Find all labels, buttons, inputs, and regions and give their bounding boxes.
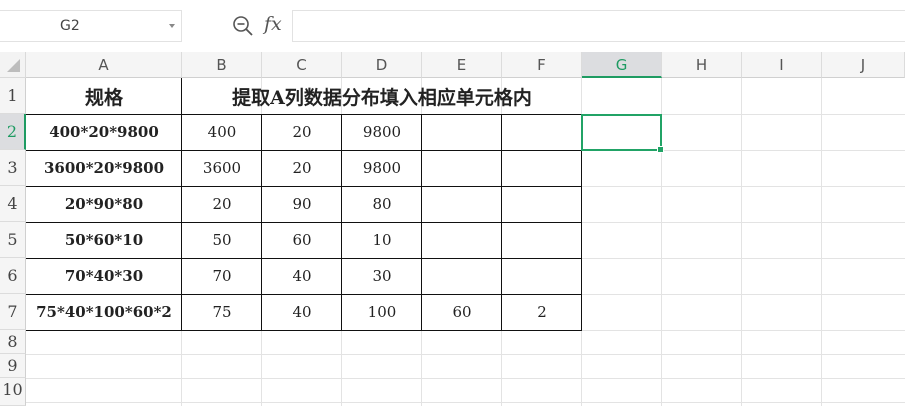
table-border <box>501 114 502 331</box>
column-header-g[interactable]: G <box>582 52 662 78</box>
table-border <box>26 330 582 331</box>
cell-e4[interactable] <box>422 186 502 222</box>
cell-b1[interactable]: 提取A列数据分布填入相应单元格内 <box>182 78 582 114</box>
row-header-5[interactable]: 5 <box>0 222 26 258</box>
cell-f7[interactable]: 2 <box>502 294 582 330</box>
row-header-1[interactable]: 1 <box>0 78 26 114</box>
row-header-10[interactable]: 10 <box>0 378 26 406</box>
cell-f2[interactable] <box>502 114 582 150</box>
select-all-corner[interactable] <box>0 52 26 78</box>
selected-cell-g2[interactable] <box>581 114 664 153</box>
cell-a4[interactable]: 20*90*80 <box>26 186 182 222</box>
column-header-d[interactable]: D <box>342 52 422 78</box>
cell-c4[interactable]: 90 <box>262 186 342 222</box>
cell-c2[interactable]: 20 <box>262 114 342 150</box>
cell-e6[interactable] <box>422 258 502 294</box>
cell-a5[interactable]: 50*60*10 <box>26 222 182 258</box>
cell-b4[interactable]: 20 <box>182 186 262 222</box>
row-header-4[interactable]: 4 <box>0 186 26 222</box>
column-header-b[interactable]: B <box>182 52 262 78</box>
cell-d6[interactable]: 30 <box>342 258 422 294</box>
cell-e5[interactable] <box>422 222 502 258</box>
cell-b5[interactable]: 50 <box>182 222 262 258</box>
table-border <box>341 114 342 331</box>
gridline <box>26 378 905 379</box>
zoom-formula-icon[interactable] <box>232 15 254 37</box>
column-header-h[interactable]: H <box>662 52 742 78</box>
gridline <box>821 78 822 406</box>
cell-d3[interactable]: 9800 <box>342 150 422 186</box>
column-header-j[interactable]: J <box>822 52 905 78</box>
table-border <box>421 114 422 331</box>
formula-input[interactable] <box>292 10 905 42</box>
name-box[interactable]: G2 <box>0 10 182 42</box>
cell-a1[interactable]: 规格 <box>26 78 182 114</box>
cell-b3[interactable]: 3600 <box>182 150 262 186</box>
table-border <box>26 186 582 187</box>
table-border <box>26 258 582 259</box>
cell-f5[interactable] <box>502 222 582 258</box>
gridline <box>26 402 905 403</box>
cell-c5[interactable]: 60 <box>262 222 342 258</box>
cell-e7[interactable]: 60 <box>422 294 502 330</box>
cell-e3[interactable] <box>422 150 502 186</box>
cell-d2[interactable]: 9800 <box>342 114 422 150</box>
table-border <box>26 150 582 151</box>
row-header-3[interactable]: 3 <box>0 150 26 186</box>
gridline <box>741 78 742 406</box>
table-border <box>181 78 182 331</box>
cell-f6[interactable] <box>502 258 582 294</box>
column-header-e[interactable]: E <box>422 52 502 78</box>
cell-b7[interactable]: 75 <box>182 294 262 330</box>
row-header-2[interactable]: 2 <box>0 114 26 150</box>
cell-b6[interactable]: 70 <box>182 258 262 294</box>
formula-bar: G2 fx <box>0 0 905 53</box>
cell-a7[interactable]: 75*40*100*60*2 <box>26 294 182 330</box>
gridline <box>26 354 905 355</box>
select-all-icon <box>7 59 20 72</box>
cell-f3[interactable] <box>502 150 582 186</box>
table-border <box>26 294 582 295</box>
table-border <box>261 114 262 331</box>
table-border <box>26 114 582 115</box>
cell-c7[interactable]: 40 <box>262 294 342 330</box>
cell-d7[interactable]: 100 <box>342 294 422 330</box>
fx-icon[interactable]: fx <box>264 13 282 35</box>
cell-a3[interactable]: 3600*20*9800 <box>26 150 182 186</box>
cell-c6[interactable]: 40 <box>262 258 342 294</box>
name-box-text: G2 <box>60 18 80 34</box>
cell-a2[interactable]: 400*20*9800 <box>26 114 182 150</box>
cell-b2[interactable]: 400 <box>182 114 262 150</box>
cell-e2[interactable] <box>422 114 502 150</box>
cell-d4[interactable]: 80 <box>342 186 422 222</box>
column-header-c[interactable]: C <box>262 52 342 78</box>
row-header-8[interactable]: 8 <box>0 330 26 354</box>
cell-a6[interactable]: 70*40*30 <box>26 258 182 294</box>
row-header-9[interactable]: 9 <box>0 354 26 378</box>
cell-d5[interactable]: 10 <box>342 222 422 258</box>
cell-f4[interactable] <box>502 186 582 222</box>
column-header-a[interactable]: A <box>26 52 182 78</box>
row-header-6[interactable]: 6 <box>0 258 26 294</box>
cell-c3[interactable]: 20 <box>262 150 342 186</box>
column-header-i[interactable]: I <box>742 52 822 78</box>
row-header-7[interactable]: 7 <box>0 294 26 330</box>
chevron-down-icon[interactable] <box>169 24 175 28</box>
fill-handle[interactable] <box>657 146 664 153</box>
column-header-f[interactable]: F <box>502 52 582 78</box>
table-border <box>26 222 582 223</box>
